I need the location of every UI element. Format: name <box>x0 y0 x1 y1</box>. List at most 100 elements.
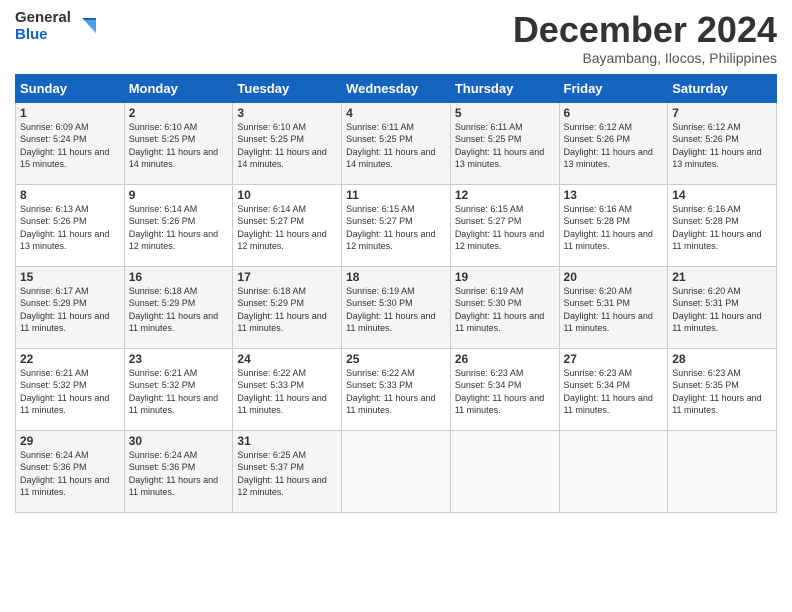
day-number: 29 <box>20 434 120 448</box>
col-friday: Friday <box>559 74 668 102</box>
calendar-cell: 6 Sunrise: 6:12 AM Sunset: 5:26 PM Dayli… <box>559 102 668 184</box>
day-number: 8 <box>20 188 120 202</box>
day-info: Sunrise: 6:14 AM Sunset: 5:27 PM Dayligh… <box>237 203 337 253</box>
calendar-table: Sunday Monday Tuesday Wednesday Thursday… <box>15 74 777 513</box>
col-monday: Monday <box>124 74 233 102</box>
day-number: 7 <box>672 106 772 120</box>
logo: General Blue <box>15 10 96 43</box>
day-info: Sunrise: 6:12 AM Sunset: 5:26 PM Dayligh… <box>672 121 772 171</box>
day-number: 22 <box>20 352 120 366</box>
calendar-cell: 17 Sunrise: 6:18 AM Sunset: 5:29 PM Dayl… <box>233 266 342 348</box>
calendar-cell: 24 Sunrise: 6:22 AM Sunset: 5:33 PM Dayl… <box>233 348 342 430</box>
day-info: Sunrise: 6:24 AM Sunset: 5:36 PM Dayligh… <box>20 449 120 499</box>
day-number: 21 <box>672 270 772 284</box>
day-info: Sunrise: 6:15 AM Sunset: 5:27 PM Dayligh… <box>346 203 446 253</box>
day-number: 11 <box>346 188 446 202</box>
day-info: Sunrise: 6:12 AM Sunset: 5:26 PM Dayligh… <box>564 121 664 171</box>
calendar-cell: 16 Sunrise: 6:18 AM Sunset: 5:29 PM Dayl… <box>124 266 233 348</box>
calendar-cell: 25 Sunrise: 6:22 AM Sunset: 5:33 PM Dayl… <box>342 348 451 430</box>
subtitle: Bayambang, Ilocos, Philippines <box>513 50 777 66</box>
day-info: Sunrise: 6:14 AM Sunset: 5:26 PM Dayligh… <box>129 203 229 253</box>
calendar-week-row: 29 Sunrise: 6:24 AM Sunset: 5:36 PM Dayl… <box>16 430 777 512</box>
calendar-cell: 11 Sunrise: 6:15 AM Sunset: 5:27 PM Dayl… <box>342 184 451 266</box>
header: General Blue December 2024 Bayambang, Il… <box>15 10 777 66</box>
day-number: 17 <box>237 270 337 284</box>
day-number: 24 <box>237 352 337 366</box>
calendar-cell: 14 Sunrise: 6:16 AM Sunset: 5:28 PM Dayl… <box>668 184 777 266</box>
day-info: Sunrise: 6:20 AM Sunset: 5:31 PM Dayligh… <box>564 285 664 335</box>
day-info: Sunrise: 6:10 AM Sunset: 5:25 PM Dayligh… <box>129 121 229 171</box>
day-number: 14 <box>672 188 772 202</box>
calendar-cell: 27 Sunrise: 6:23 AM Sunset: 5:34 PM Dayl… <box>559 348 668 430</box>
calendar-cell: 10 Sunrise: 6:14 AM Sunset: 5:27 PM Dayl… <box>233 184 342 266</box>
day-info: Sunrise: 6:11 AM Sunset: 5:25 PM Dayligh… <box>455 121 555 171</box>
calendar-cell: 20 Sunrise: 6:20 AM Sunset: 5:31 PM Dayl… <box>559 266 668 348</box>
calendar-week-row: 22 Sunrise: 6:21 AM Sunset: 5:32 PM Dayl… <box>16 348 777 430</box>
day-number: 31 <box>237 434 337 448</box>
calendar-cell <box>450 430 559 512</box>
calendar-cell: 5 Sunrise: 6:11 AM Sunset: 5:25 PM Dayli… <box>450 102 559 184</box>
day-info: Sunrise: 6:09 AM Sunset: 5:24 PM Dayligh… <box>20 121 120 171</box>
calendar-cell: 29 Sunrise: 6:24 AM Sunset: 5:36 PM Dayl… <box>16 430 125 512</box>
day-info: Sunrise: 6:21 AM Sunset: 5:32 PM Dayligh… <box>20 367 120 417</box>
day-number: 30 <box>129 434 229 448</box>
day-number: 9 <box>129 188 229 202</box>
day-info: Sunrise: 6:19 AM Sunset: 5:30 PM Dayligh… <box>346 285 446 335</box>
calendar-cell: 23 Sunrise: 6:21 AM Sunset: 5:32 PM Dayl… <box>124 348 233 430</box>
col-wednesday: Wednesday <box>342 74 451 102</box>
calendar-week-row: 1 Sunrise: 6:09 AM Sunset: 5:24 PM Dayli… <box>16 102 777 184</box>
day-info: Sunrise: 6:11 AM Sunset: 5:25 PM Dayligh… <box>346 121 446 171</box>
day-info: Sunrise: 6:18 AM Sunset: 5:29 PM Dayligh… <box>129 285 229 335</box>
calendar-cell <box>342 430 451 512</box>
day-number: 12 <box>455 188 555 202</box>
col-thursday: Thursday <box>450 74 559 102</box>
calendar-cell: 15 Sunrise: 6:17 AM Sunset: 5:29 PM Dayl… <box>16 266 125 348</box>
calendar-cell: 22 Sunrise: 6:21 AM Sunset: 5:32 PM Dayl… <box>16 348 125 430</box>
page: General Blue December 2024 Bayambang, Il… <box>0 0 792 612</box>
day-info: Sunrise: 6:21 AM Sunset: 5:32 PM Dayligh… <box>129 367 229 417</box>
col-saturday: Saturday <box>668 74 777 102</box>
calendar-cell: 9 Sunrise: 6:14 AM Sunset: 5:26 PM Dayli… <box>124 184 233 266</box>
day-info: Sunrise: 6:19 AM Sunset: 5:30 PM Dayligh… <box>455 285 555 335</box>
day-number: 15 <box>20 270 120 284</box>
calendar-cell: 30 Sunrise: 6:24 AM Sunset: 5:36 PM Dayl… <box>124 430 233 512</box>
day-info: Sunrise: 6:13 AM Sunset: 5:26 PM Dayligh… <box>20 203 120 253</box>
calendar-cell <box>668 430 777 512</box>
calendar-cell: 21 Sunrise: 6:20 AM Sunset: 5:31 PM Dayl… <box>668 266 777 348</box>
day-number: 2 <box>129 106 229 120</box>
day-number: 4 <box>346 106 446 120</box>
calendar-week-row: 8 Sunrise: 6:13 AM Sunset: 5:26 PM Dayli… <box>16 184 777 266</box>
calendar-cell: 28 Sunrise: 6:23 AM Sunset: 5:35 PM Dayl… <box>668 348 777 430</box>
day-number: 25 <box>346 352 446 366</box>
logo-chevron-icon <box>74 16 96 38</box>
day-info: Sunrise: 6:24 AM Sunset: 5:36 PM Dayligh… <box>129 449 229 499</box>
logo-general: General <box>15 10 71 27</box>
day-number: 23 <box>129 352 229 366</box>
calendar-cell: 31 Sunrise: 6:25 AM Sunset: 5:37 PM Dayl… <box>233 430 342 512</box>
day-number: 1 <box>20 106 120 120</box>
logo-blue: Blue <box>15 27 71 44</box>
day-number: 5 <box>455 106 555 120</box>
day-info: Sunrise: 6:23 AM Sunset: 5:35 PM Dayligh… <box>672 367 772 417</box>
title-section: December 2024 Bayambang, Ilocos, Philipp… <box>513 10 777 66</box>
calendar-cell: 4 Sunrise: 6:11 AM Sunset: 5:25 PM Dayli… <box>342 102 451 184</box>
day-info: Sunrise: 6:15 AM Sunset: 5:27 PM Dayligh… <box>455 203 555 253</box>
day-number: 28 <box>672 352 772 366</box>
calendar-cell: 1 Sunrise: 6:09 AM Sunset: 5:24 PM Dayli… <box>16 102 125 184</box>
day-info: Sunrise: 6:22 AM Sunset: 5:33 PM Dayligh… <box>237 367 337 417</box>
day-info: Sunrise: 6:20 AM Sunset: 5:31 PM Dayligh… <box>672 285 772 335</box>
calendar-cell: 26 Sunrise: 6:23 AM Sunset: 5:34 PM Dayl… <box>450 348 559 430</box>
calendar-cell <box>559 430 668 512</box>
day-number: 26 <box>455 352 555 366</box>
calendar-week-row: 15 Sunrise: 6:17 AM Sunset: 5:29 PM Dayl… <box>16 266 777 348</box>
calendar-cell: 18 Sunrise: 6:19 AM Sunset: 5:30 PM Dayl… <box>342 266 451 348</box>
day-number: 18 <box>346 270 446 284</box>
day-number: 19 <box>455 270 555 284</box>
day-info: Sunrise: 6:10 AM Sunset: 5:25 PM Dayligh… <box>237 121 337 171</box>
calendar-cell: 19 Sunrise: 6:19 AM Sunset: 5:30 PM Dayl… <box>450 266 559 348</box>
calendar-cell: 7 Sunrise: 6:12 AM Sunset: 5:26 PM Dayli… <box>668 102 777 184</box>
day-info: Sunrise: 6:23 AM Sunset: 5:34 PM Dayligh… <box>564 367 664 417</box>
day-info: Sunrise: 6:17 AM Sunset: 5:29 PM Dayligh… <box>20 285 120 335</box>
col-sunday: Sunday <box>16 74 125 102</box>
day-number: 3 <box>237 106 337 120</box>
